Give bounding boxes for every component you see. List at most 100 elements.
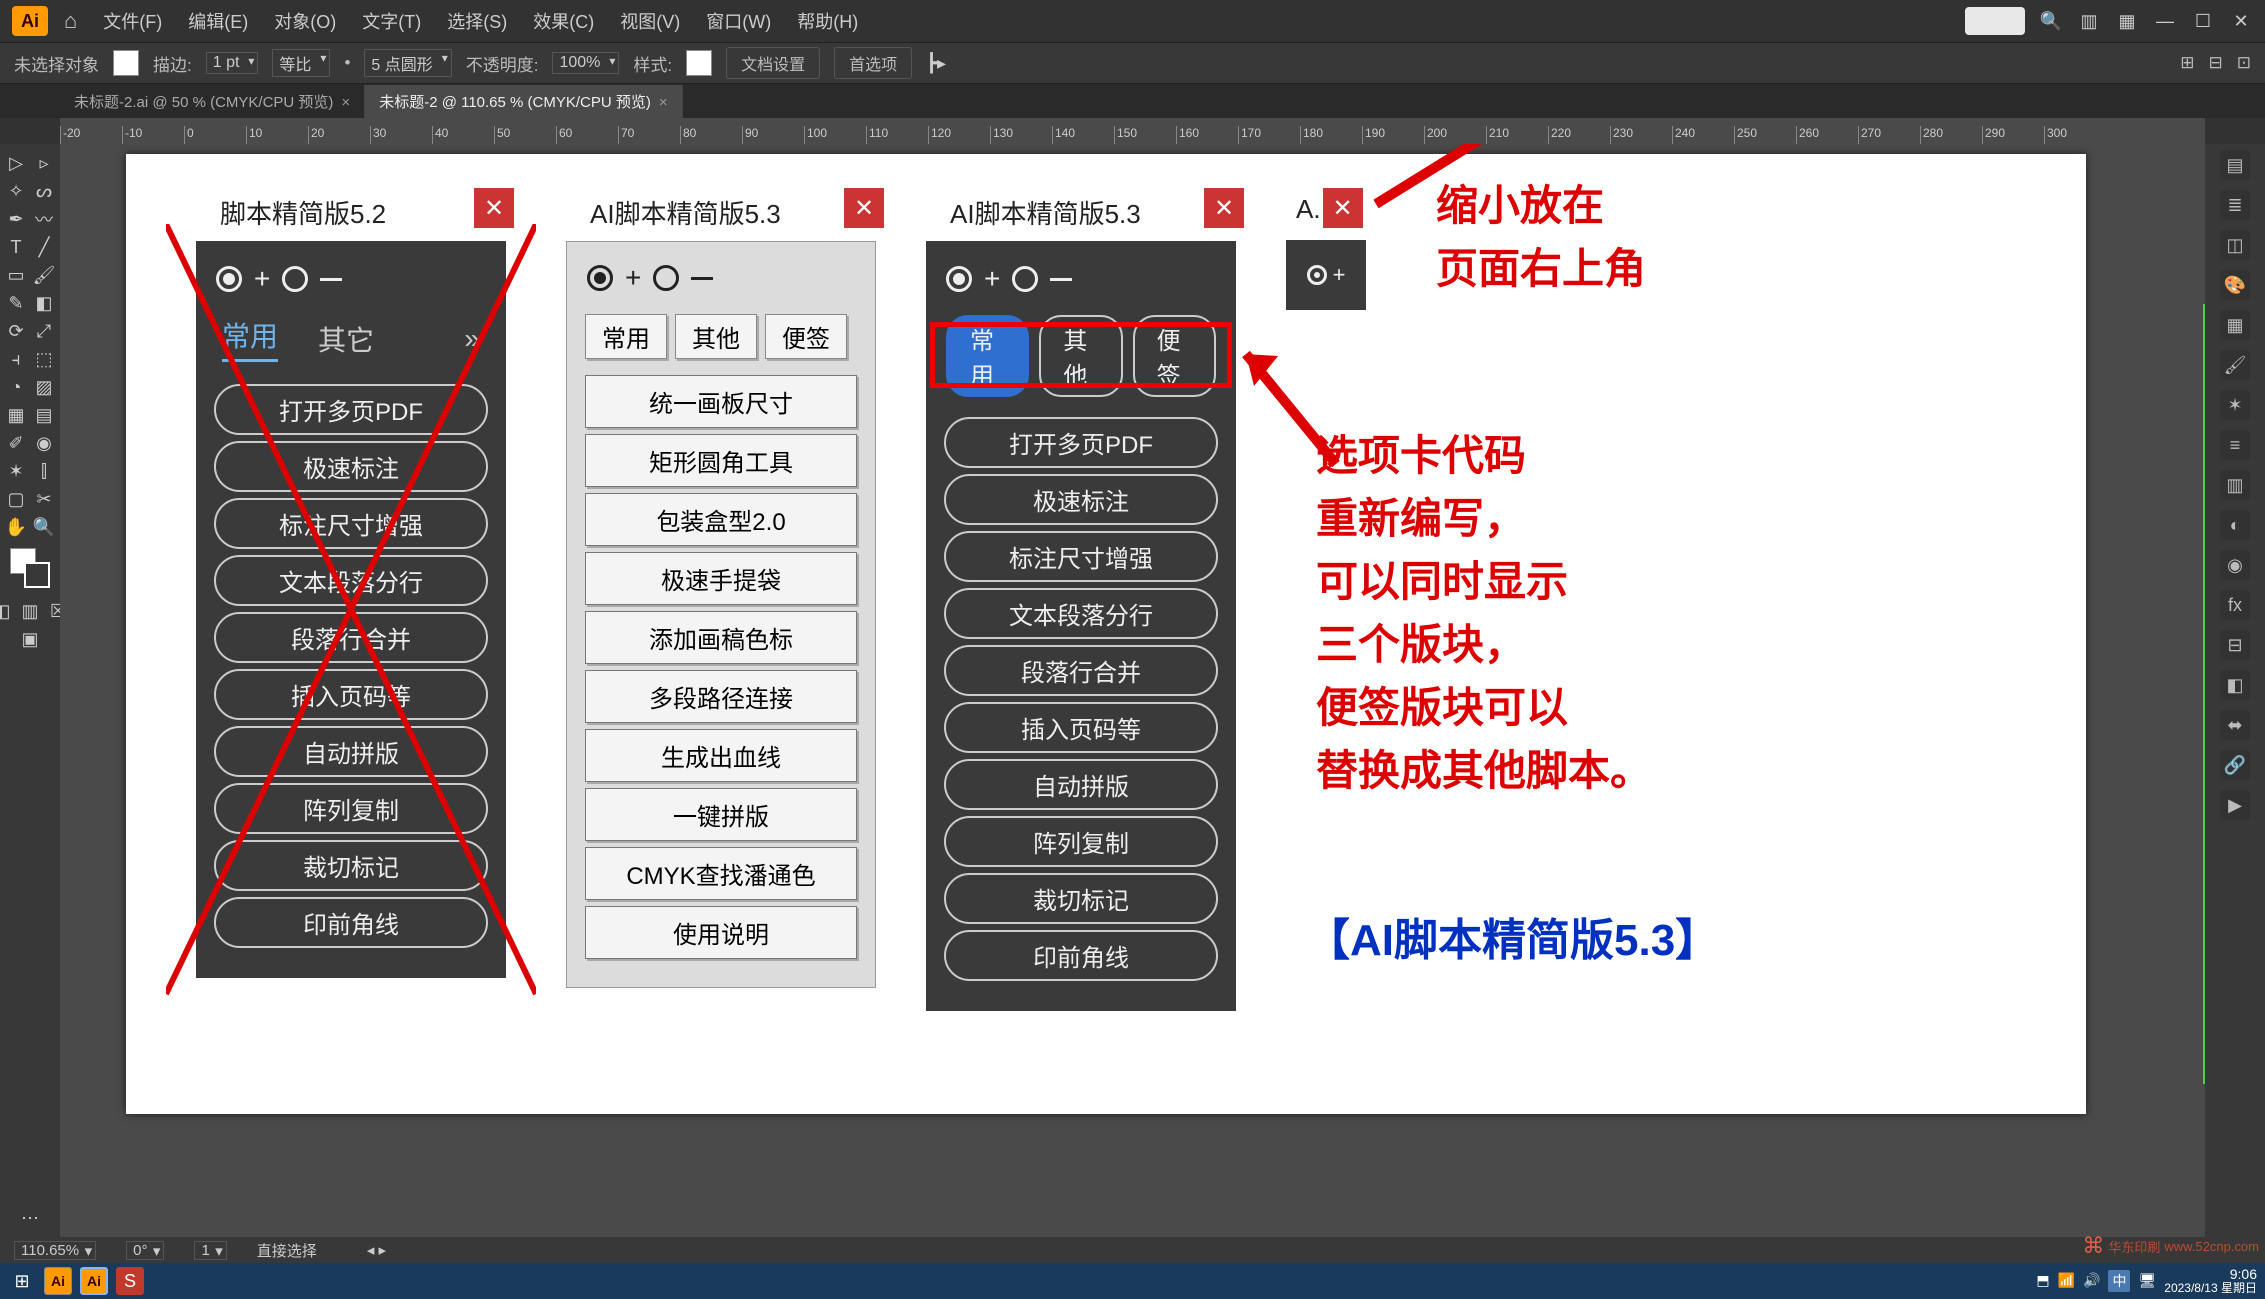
stroke-panel-icon[interactable]: ≡ — [2220, 430, 2250, 460]
script-button[interactable]: 使用说明 — [585, 906, 857, 959]
canvas[interactable]: 脚本精简版5.2 ✕ + 常用 其它 » 打开多页PDF极速标注标注尺寸增强文本… — [86, 144, 2205, 1237]
radio-on-icon[interactable] — [1307, 265, 1327, 285]
snap2-icon[interactable]: ⊟ — [2209, 53, 2223, 73]
gradient-panel-icon[interactable]: ▥ — [2220, 470, 2250, 500]
panel-53-dark-radio-row[interactable]: + — [944, 257, 1218, 309]
gradient-tool-icon[interactable]: ▤ — [31, 402, 57, 428]
radio-on-icon[interactable] — [946, 266, 972, 292]
tray-icon[interactable]: 🔊 — [2083, 1272, 2100, 1289]
search-icon[interactable]: 🔍 — [2039, 9, 2063, 33]
blend-tool-icon[interactable]: ◉ — [31, 430, 57, 456]
scale-tool-icon[interactable]: ⤢ — [31, 318, 57, 344]
script-button[interactable]: 裁切标记 — [944, 873, 1218, 924]
script-button[interactable]: CMYK查找潘通色 — [585, 847, 857, 900]
maximize-icon[interactable]: ☐ — [2191, 9, 2215, 33]
shape-builder-icon[interactable]: ◔ — [3, 374, 29, 400]
pen-tool-icon[interactable]: ✒ — [3, 206, 29, 232]
doc-tab-1[interactable]: 未标题-2.ai @ 50 % (CMYK/CPU 预览)× — [60, 85, 365, 118]
edit-toolbar-icon[interactable]: ⋯ — [17, 1205, 43, 1231]
script-button[interactable]: 文本段落分行 — [944, 588, 1218, 639]
panel-53-light-radio-row[interactable]: + — [585, 256, 857, 308]
radio-on-icon[interactable] — [587, 265, 613, 291]
rotate-tool-icon[interactable]: ⟳ — [3, 318, 29, 344]
menu-view[interactable]: 视图(V) — [610, 8, 690, 34]
close-icon[interactable]: ✕ — [2229, 9, 2253, 33]
menu-window[interactable]: 窗口(W) — [696, 8, 781, 34]
symbol-tool-icon[interactable]: ✶ — [3, 458, 29, 484]
graphic-styles-icon[interactable]: fx — [2220, 590, 2250, 620]
gradient-mode-icon[interactable]: ▥ — [17, 598, 43, 624]
artboard-tool-icon[interactable]: ▢ — [3, 486, 29, 512]
align-panel-icon[interactable]: ⊟ — [2220, 630, 2250, 660]
width-tool-icon[interactable]: ⫞ — [3, 346, 29, 372]
appearance-panel-icon[interactable]: ◉ — [2220, 550, 2250, 580]
script-button[interactable]: 统一画板尺寸 — [585, 375, 857, 428]
tray-icon[interactable]: 📶 — [2058, 1272, 2075, 1289]
radio-off-icon[interactable] — [653, 265, 679, 291]
shaper-tool-icon[interactable]: ✎ — [3, 290, 29, 316]
pathfinder-panel-icon[interactable]: ◧ — [2220, 670, 2250, 700]
hand-tool-icon[interactable]: ✋ — [3, 514, 29, 540]
taskbar-ai-1[interactable]: Ai — [44, 1267, 72, 1295]
align-icon[interactable]: ┣▸ — [926, 53, 946, 74]
transform-panel-icon[interactable]: ⬌ — [2220, 710, 2250, 740]
script-button[interactable]: 阵列复制 — [944, 816, 1218, 867]
rotation-dropdown[interactable]: 0° — [126, 1241, 164, 1260]
perspective-icon[interactable]: ▨ — [31, 374, 57, 400]
script-button[interactable]: 添加画稿色标 — [585, 611, 857, 664]
curve-tool-icon[interactable]: 〰 — [31, 206, 57, 232]
wand-tool-icon[interactable]: ✧ — [3, 178, 29, 204]
menu-help[interactable]: 帮助(H) — [787, 8, 868, 34]
script-button[interactable]: 矩形圆角工具 — [585, 434, 857, 487]
type-tool-icon[interactable]: T — [3, 234, 29, 260]
layers-panel-icon[interactable]: ≣ — [2220, 190, 2250, 220]
zoom-tool-icon[interactable]: 🔍 — [31, 514, 57, 540]
links-panel-icon[interactable]: 🔗 — [2220, 750, 2250, 780]
clock[interactable]: 9:06 2023/8/13 星期日 — [2164, 1267, 2257, 1296]
lasso-tool-icon[interactable]: ᔕ — [31, 178, 57, 204]
fill-stroke-control[interactable] — [10, 548, 50, 588]
mesh-tool-icon[interactable]: ▦ — [3, 402, 29, 428]
zoom-dropdown[interactable]: 110.65% — [14, 1241, 96, 1260]
script-button[interactable]: 一键拼版 — [585, 788, 857, 841]
color-mode-icon[interactable]: ◧ — [0, 598, 15, 624]
script-button[interactable]: 生成出血线 — [585, 729, 857, 782]
workspace-icon[interactable]: ▦ — [2115, 9, 2139, 33]
script-button[interactable]: 极速标注 — [944, 474, 1218, 525]
doc-setup-button[interactable]: 文档设置 — [726, 47, 820, 79]
close-icon[interactable]: × — [341, 94, 350, 111]
expand-icon[interactable]: ⊡ — [2237, 53, 2251, 73]
screen-mode-icon[interactable]: ▣ — [17, 626, 43, 652]
ime-indicator[interactable]: 中 — [2108, 1270, 2130, 1292]
artboard-nav[interactable]: 1 — [194, 1241, 226, 1260]
free-tool-icon[interactable]: ⬚ — [31, 346, 57, 372]
tab-common[interactable]: 常用 — [585, 314, 667, 359]
swatches-panel-icon[interactable]: ▦ — [2220, 310, 2250, 340]
eyedropper-icon[interactable]: ✐ — [3, 430, 29, 456]
tray-icon[interactable]: 🖥 — [2138, 1272, 2156, 1289]
doc-tab-2[interactable]: 未标题-2 @ 110.65 % (CMYK/CPU 预览)× — [365, 85, 682, 118]
opacity-dropdown[interactable]: 100% — [552, 52, 619, 74]
mini-radio-row[interactable]: + — [1307, 262, 1346, 288]
close-icon[interactable]: × — [659, 94, 668, 111]
fill-swatch[interactable] — [113, 50, 139, 76]
tray-icon[interactable]: ⬒ — [2036, 1272, 2049, 1289]
menu-select[interactable]: 选择(S) — [437, 8, 517, 34]
transparency-panel-icon[interactable]: ◐ — [2220, 510, 2250, 540]
menu-effect[interactable]: 效果(C) — [523, 8, 604, 34]
title-search-box[interactable] — [1965, 7, 2025, 35]
style-swatch[interactable] — [686, 50, 712, 76]
brushes-panel-icon[interactable]: 🖌 — [2220, 350, 2250, 380]
taskbar-ai-2[interactable]: Ai — [80, 1267, 108, 1295]
graph-tool-icon[interactable]: ⫿ — [31, 458, 57, 484]
script-button[interactable]: 印前角线 — [944, 930, 1218, 981]
taskbar-app-icon[interactable]: S — [116, 1267, 144, 1295]
menu-file[interactable]: 文件(F) — [93, 8, 172, 34]
script-button[interactable]: 插入页码等 — [944, 702, 1218, 753]
actions-panel-icon[interactable]: ▶ — [2220, 790, 2250, 820]
script-button[interactable]: 多段路径连接 — [585, 670, 857, 723]
uniform-dropdown[interactable]: 等比 — [272, 49, 330, 77]
menu-edit[interactable]: 编辑(E) — [178, 8, 258, 34]
script-button[interactable]: 自动拼版 — [944, 759, 1218, 810]
brush-dropdown[interactable]: 5 点圆形 — [364, 49, 451, 77]
